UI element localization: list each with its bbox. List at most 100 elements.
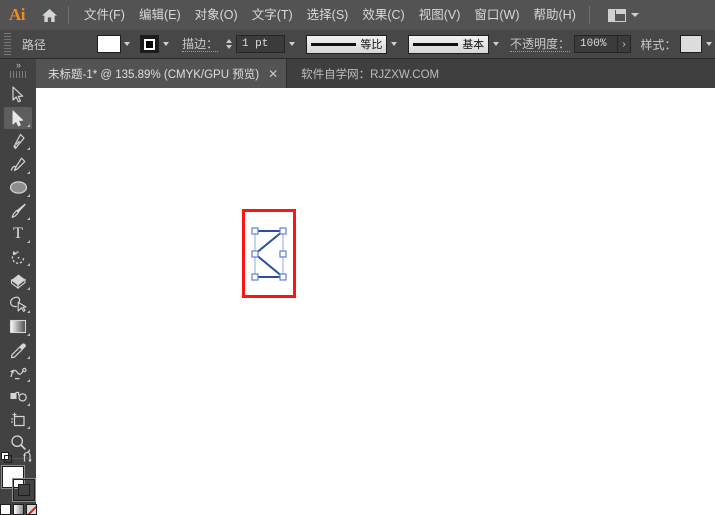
opacity-popup-button[interactable]: › [617, 35, 632, 53]
collapse-panel-icon[interactable]: » [0, 59, 36, 71]
pen-tool[interactable] [4, 130, 32, 152]
none-mode-button[interactable] [25, 504, 37, 515]
anchor-point[interactable] [279, 227, 287, 235]
style-chevron-down-icon[interactable] [702, 35, 715, 53]
stroke-weight-label: 描边： [182, 36, 219, 52]
rotate-tool[interactable] [4, 246, 32, 268]
tool-group-corner-icon [27, 379, 30, 383]
tool-group-corner-icon [27, 286, 30, 290]
paintbrush-tool[interactable] [4, 200, 32, 222]
ellipse-tool[interactable] [4, 177, 32, 199]
menu-item-help[interactable]: 帮助(H) [527, 5, 583, 26]
pen-icon [13, 133, 25, 149]
artboard-tool[interactable] [4, 409, 32, 431]
scale-tool[interactable] [4, 293, 32, 315]
brush-definition-label: 基本 [462, 39, 485, 51]
menu-item-effect[interactable]: 效果(C) [355, 5, 411, 26]
curvature-pen-icon [10, 157, 25, 172]
menu-item-type[interactable]: 文字(T) [245, 5, 300, 26]
watermark-text: 软件自学网：RJZXW.COM [301, 68, 440, 81]
stroke-weight-chevron-down-icon[interactable] [285, 35, 298, 53]
menu-item-select[interactable]: 选择(S) [300, 5, 356, 26]
tool-group-corner-icon [27, 356, 30, 360]
selection-type-label: 路径 [21, 37, 46, 52]
menu-item-object[interactable]: 对象(O) [188, 5, 245, 26]
artboard-icon [11, 413, 25, 427]
paintbrush-icon [11, 203, 26, 219]
anchor-point[interactable] [251, 250, 259, 258]
stroke-weight-stepper[interactable] [223, 35, 234, 53]
ellipse-icon [9, 181, 27, 194]
opacity-input[interactable]: 100% [574, 35, 618, 53]
tool-group-corner-icon [27, 402, 30, 406]
canvas-area[interactable] [36, 88, 715, 515]
tool-group-corner-icon [27, 193, 30, 197]
selection-tool[interactable] [4, 84, 32, 106]
fill-color-chevron-down-icon[interactable] [121, 35, 134, 53]
close-icon[interactable]: ✕ [268, 68, 278, 80]
symbol-sprayer-tool[interactable] [4, 385, 32, 407]
graphic-style-swatch[interactable] [680, 35, 703, 53]
direct-selection-tool[interactable] [4, 106, 32, 130]
control-bar-grip[interactable] [4, 33, 11, 55]
stroke-color-chevron-down-icon[interactable] [159, 35, 172, 53]
document-tab-bar: 未标题-1* @ 135.89% (CMYK/GPU 预览) ✕ 软件自学网：R… [36, 59, 715, 88]
stepper-down-icon [225, 45, 232, 49]
menu-divider-2 [588, 6, 590, 24]
arrange-documents-button[interactable] [607, 8, 639, 22]
home-icon[interactable] [34, 0, 64, 30]
brush-preview [413, 42, 459, 46]
stroke-weight-input[interactable]: 1 pt [235, 35, 286, 53]
tool-panel-grip[interactable] [10, 70, 26, 78]
stroke-color-swatch[interactable] [139, 35, 160, 53]
tool-group-corner-icon [27, 240, 30, 244]
color-mode-buttons [0, 504, 37, 515]
anchor-point[interactable] [251, 227, 259, 235]
stroke-profile-select[interactable]: 等比 [306, 34, 388, 54]
stroke-profile-chevron-down-icon[interactable] [387, 35, 400, 53]
document-tab[interactable]: 未标题-1* @ 135.89% (CMYK/GPU 预览) ✕ [36, 59, 288, 88]
menu-item-window[interactable]: 窗口(W) [467, 5, 526, 26]
symbol-sprayer-icon [10, 391, 27, 402]
zoom-tool[interactable] [4, 432, 32, 454]
menu-item-file[interactable]: 文件(F) [77, 5, 132, 26]
menu-item-view[interactable]: 视图(V) [412, 5, 468, 26]
menu-item-edit[interactable]: 编辑(E) [132, 5, 188, 26]
style-label: 样式： [640, 37, 677, 52]
color-mode-button[interactable] [0, 504, 11, 515]
swap-fill-stroke-icon[interactable] [23, 451, 35, 463]
tool-panel: » T [0, 59, 37, 515]
anchor-point[interactable] [279, 273, 287, 281]
anchor-point[interactable] [279, 250, 287, 258]
swap-arrow-glyph [23, 451, 32, 463]
curvature-tool[interactable] [4, 153, 32, 175]
tool-group-corner-icon [27, 425, 30, 429]
eyedropper-tool[interactable] [4, 339, 32, 361]
blend-tool[interactable] [4, 362, 32, 384]
path-outline [253, 230, 286, 278]
eraser-tool[interactable] [4, 269, 32, 291]
gradient-mode-button[interactable] [12, 504, 24, 515]
selection-bounding-box [254, 230, 284, 278]
gradient-tool[interactable] [4, 316, 32, 338]
default-fill-stroke-icon[interactable] [1, 451, 12, 463]
brush-definition-chevron-down-icon[interactable] [489, 35, 502, 53]
control-bar: 路径 描边： 1 pt 等比 基本 不透明度： 100% › 样式： [0, 30, 715, 59]
brush-definition-select[interactable]: 基本 [408, 34, 490, 54]
type-tool[interactable]: T [4, 223, 32, 245]
stroke-color-indicator[interactable] [13, 478, 35, 501]
tool-group-corner-icon [27, 309, 30, 313]
default-colors-glyph [1, 451, 12, 463]
fill-color-swatch[interactable] [96, 35, 121, 53]
anchor-point[interactable] [251, 273, 259, 281]
tool-group-corner-icon [27, 263, 30, 267]
blend-icon [9, 367, 27, 380]
selection-arrow-icon [12, 86, 24, 103]
menu-bar: Ai 文件(F) 编辑(E) 对象(O) 文字(T) 选择(S) 效果(C) 视… [0, 0, 715, 30]
tool-group-corner-icon [27, 147, 30, 151]
selected-path-shape[interactable] [242, 209, 296, 298]
tool-group-corner-icon [27, 333, 30, 337]
arrange-documents-icon [607, 8, 626, 22]
stroke-profile-label: 等比 [360, 39, 383, 51]
home-glyph [41, 8, 57, 22]
